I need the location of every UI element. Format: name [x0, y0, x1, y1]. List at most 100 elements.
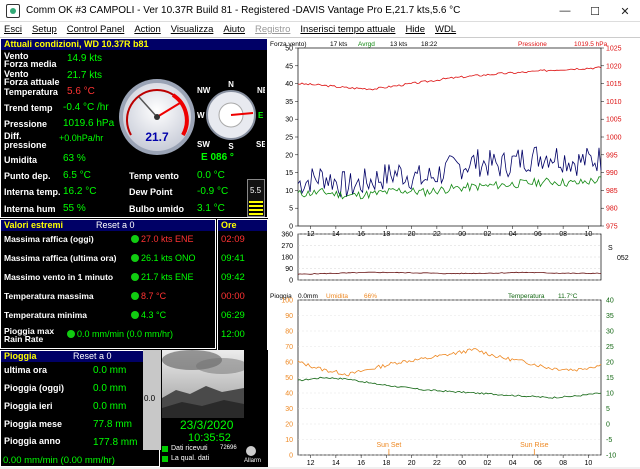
- temp-tick-label: 0: [606, 422, 610, 429]
- y-left-tick-label: 0: [289, 224, 293, 231]
- rain-header-value: 0.0mm: [298, 293, 318, 300]
- minimize-button[interactable]: —: [550, 0, 580, 22]
- rain-label: Pioggia (oggi): [4, 383, 64, 393]
- menu-aiuto[interactable]: Aiuto: [223, 24, 245, 35]
- qual-dati-indicator: [162, 456, 168, 462]
- extremes-panel: Valori estremi Reset a 0 Massima raffica…: [0, 219, 216, 349]
- menu-inserisci-tempo[interactable]: Inserisci tempo attuale: [300, 24, 395, 35]
- menu-wdl[interactable]: WDL: [435, 24, 456, 35]
- left-panels: Attuali condizioni, WD 10.37R b81 Vento …: [0, 38, 268, 467]
- extreme-label: Pioggia max Rain Rate: [4, 326, 55, 344]
- x-tick-label: 20: [408, 460, 416, 467]
- punto-dep-value: 6.5 °C: [63, 170, 91, 181]
- x-tick-label: 14: [332, 231, 340, 238]
- extreme-indicator-icon: [131, 235, 139, 243]
- rain-reset-button[interactable]: Reset a 0: [73, 351, 112, 362]
- menu-action[interactable]: Action: [134, 24, 160, 35]
- extreme-value: 8.7 °C: [141, 291, 167, 301]
- forza-media-label: Forza media: [4, 59, 57, 69]
- sun-annotation-label: Sun Rise: [520, 442, 549, 449]
- gauge-hub: [154, 114, 160, 120]
- temp-tick-label: 35: [606, 313, 614, 320]
- extremes-header: Valori estremi Reset a 0: [1, 220, 215, 231]
- maximize-button[interactable]: ☐: [580, 0, 610, 22]
- menu-visualizza[interactable]: Visualizza: [171, 24, 214, 35]
- x-tick-label: 04: [509, 460, 517, 467]
- rain-panel: Pioggia Reset a 0 ultima ora 0.0 mm Pioggi…: [0, 350, 160, 467]
- humidity-tick-label: 20: [285, 422, 293, 429]
- humidity-tick-label: 30: [285, 406, 293, 413]
- rain-label: Pioggia ieri: [4, 401, 53, 411]
- alarm-icon[interactable]: [246, 446, 256, 456]
- forza-attuale-label: Forza attuale: [4, 77, 60, 87]
- y-left-tick-label: 30: [285, 117, 293, 124]
- extreme-label: Massimo vento in 1 minuto: [4, 272, 114, 282]
- y-left-tick-label: 25: [285, 135, 293, 142]
- extreme-value: 26.1 kts ONO: [141, 253, 196, 263]
- uv-value: 5.5: [250, 186, 262, 195]
- y-right-tick-label: 980: [606, 206, 618, 213]
- interna-hum-label: Interna hum: [4, 204, 56, 214]
- rain-rate-value: 0.00 mm/min (0.00 mm/hr): [3, 455, 115, 466]
- x-tick-label: 18: [382, 460, 390, 467]
- extreme-label: Massima raffica (ultima ora): [4, 253, 117, 263]
- y-right-tick-label: 1015: [606, 81, 622, 88]
- rain-gauge-value: 0.0: [144, 394, 156, 403]
- wind-speed-gauge: 21.7: [119, 79, 195, 155]
- menu-setup[interactable]: Setup: [32, 24, 57, 35]
- compass-n: N: [228, 80, 234, 89]
- compass-e: E: [258, 111, 264, 120]
- y-right-tick-label: 995: [606, 152, 618, 159]
- forza-attuale-value: 21.7 kts: [67, 70, 103, 81]
- x-tick-label: 16: [357, 460, 365, 467]
- rain-value: 77.8 mm: [93, 419, 132, 430]
- menu-esci[interactable]: Esci: [4, 24, 22, 35]
- time-value: 10:35:52: [188, 432, 231, 444]
- temp-tick-label: 10: [606, 391, 614, 398]
- wind-compass: N NE E SE S SW W NW: [197, 80, 265, 151]
- dew-point-value: -0.9 °C: [197, 186, 229, 197]
- bulbo-umido-value: 3.1 °C: [197, 203, 225, 214]
- x-tick-label: 06: [534, 231, 542, 238]
- temp-header-value: 11.7°C: [558, 292, 578, 300]
- rain-label: ultima ora: [4, 365, 48, 375]
- close-button[interactable]: ✕: [610, 0, 640, 22]
- menu-control-panel[interactable]: Control Panel: [67, 24, 125, 35]
- compass-w: W: [197, 111, 205, 120]
- extreme-indicator-icon: [67, 330, 75, 338]
- y-right-tick-label: 1020: [606, 63, 622, 70]
- compass-s: S: [228, 142, 234, 151]
- humidity-tick-label: 70: [285, 344, 293, 351]
- x-tick-label: 14: [332, 460, 340, 467]
- rain-value: 177.8 mm: [93, 437, 138, 448]
- wind-pressure-plot: [297, 47, 602, 227]
- rain-value: 0.0 mm: [93, 365, 127, 376]
- humidity-header-value: 66%: [364, 293, 377, 300]
- x-tick-label: 16: [357, 231, 365, 238]
- wind-header-avg-label: Avrgd: [358, 41, 375, 48]
- extremes-reset-button[interactable]: Reset a 0: [96, 220, 135, 231]
- diff-pressione-value: +0.0hPa/hr: [59, 133, 104, 143]
- x-tick-label: 12: [307, 231, 315, 238]
- x-tick-label: 02: [483, 460, 491, 467]
- webcam-image[interactable]: [162, 350, 244, 418]
- wind-header-avg: 13 kts: [390, 41, 408, 48]
- wind-header-time: 18:22: [421, 41, 438, 48]
- extreme-time: 00:00: [221, 291, 245, 302]
- gauge-value: 21.7: [145, 130, 169, 144]
- umidita-value: 63 %: [63, 153, 86, 164]
- menu-hide[interactable]: Hide: [405, 24, 425, 35]
- y-left-tick-label: 20: [285, 152, 293, 159]
- temp-tick-label: -10: [606, 453, 616, 460]
- humidity-tick-label: 40: [285, 391, 293, 398]
- direction-tick-label: 180: [281, 255, 293, 262]
- pressure-header-label: Pressione: [518, 41, 547, 48]
- diff-pressione-label: Diff. pressione: [4, 131, 47, 150]
- dati-ricevuti-indicator: [162, 446, 168, 452]
- extreme-indicator-icon: [131, 273, 139, 281]
- x-tick-label: 10: [584, 460, 592, 467]
- direction-tick-label: 270: [281, 243, 293, 250]
- temp-header-label: Temperatura: [508, 293, 545, 300]
- window-controls: — ☐ ✕: [550, 0, 640, 22]
- y-left-tick-label: 5: [289, 206, 293, 213]
